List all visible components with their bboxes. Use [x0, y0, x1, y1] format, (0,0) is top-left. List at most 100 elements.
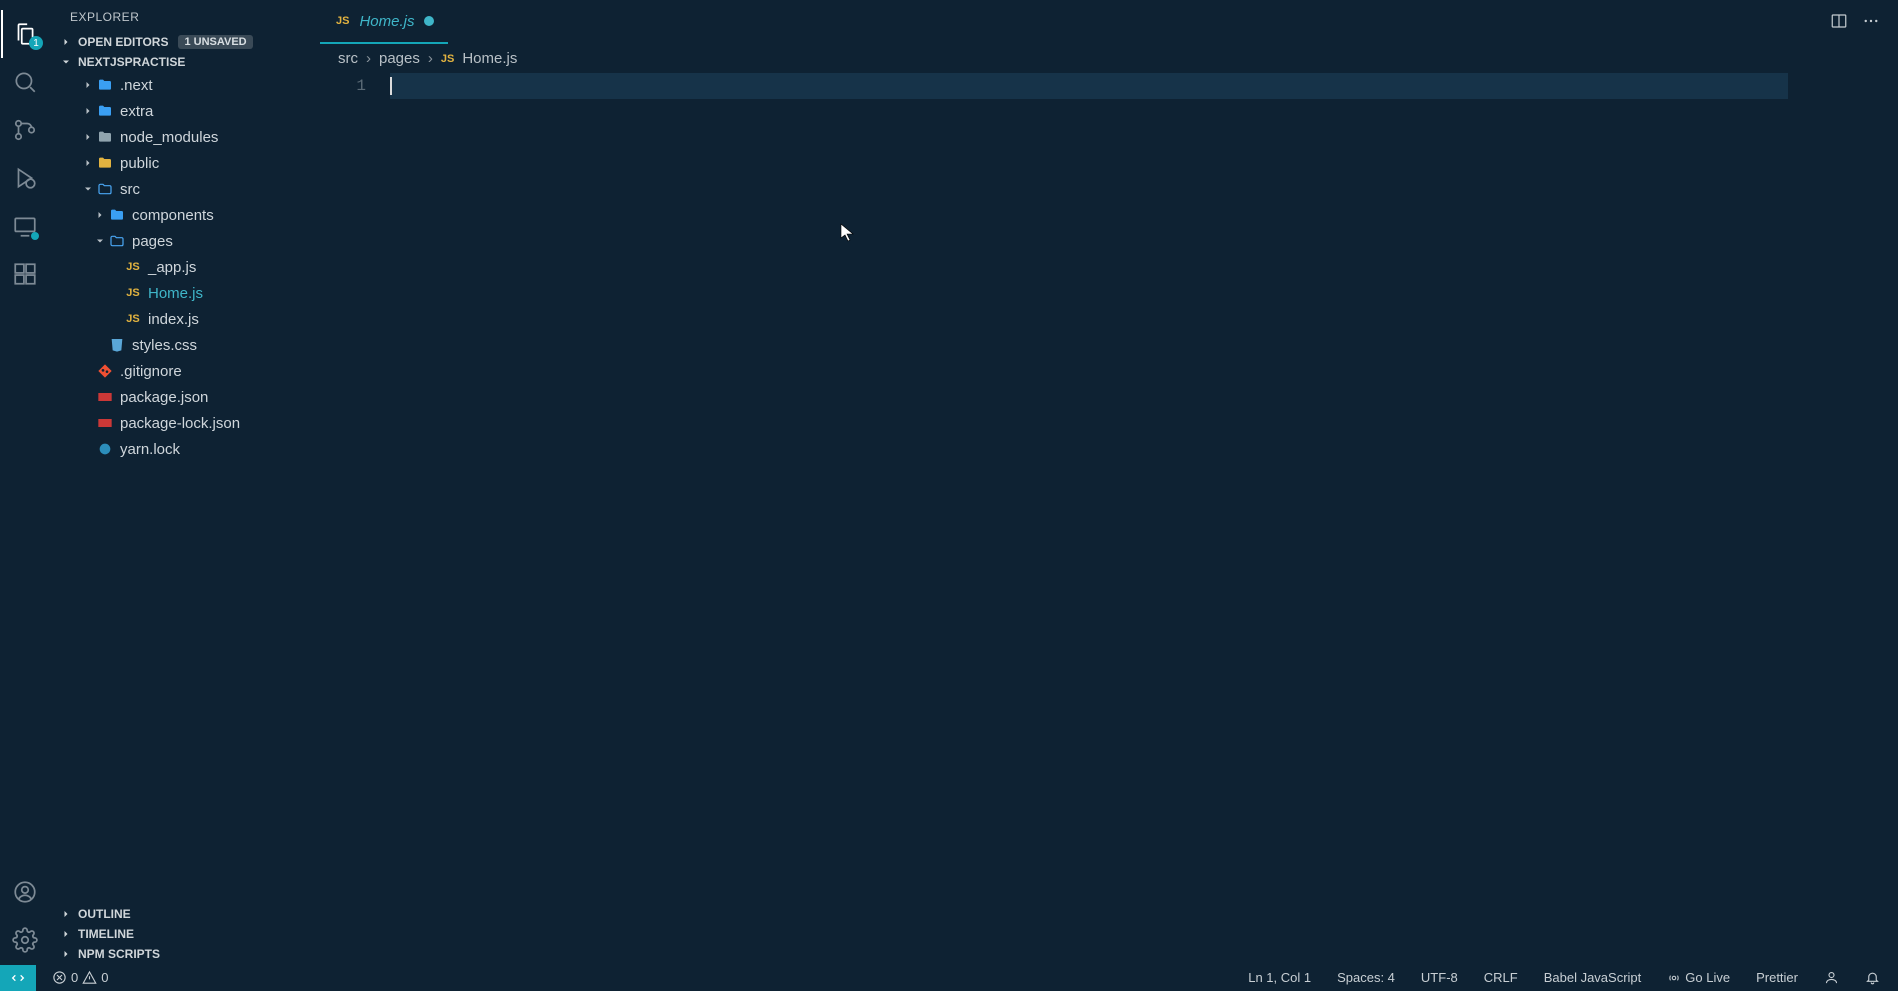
breadcrumbs[interactable]: src › pages › JS Home.js: [320, 44, 1898, 73]
activity-explorer-icon[interactable]: 1: [1, 10, 49, 58]
folder-next[interactable]: .next: [50, 72, 320, 98]
status-go-live[interactable]: Go Live: [1663, 970, 1734, 985]
js-icon: JS: [124, 313, 142, 325]
file-label: .gitignore: [120, 363, 182, 380]
unsaved-badge: 1 UNSAVED: [178, 35, 252, 49]
status-encoding[interactable]: UTF-8: [1417, 970, 1462, 985]
status-bell-icon[interactable]: [1861, 970, 1884, 985]
minimap[interactable]: [1788, 73, 1898, 964]
mouse-pointer-icon: [840, 223, 854, 248]
project-name: NEXTJSPRACTISE: [78, 55, 185, 69]
file-label: yarn.lock: [120, 441, 180, 458]
file-label: package.json: [120, 389, 208, 406]
folder-label: node_modules: [120, 129, 218, 146]
file-label: _app.js: [148, 259, 196, 276]
activity-source-control-icon[interactable]: [1, 106, 49, 154]
remote-window-button[interactable]: [0, 965, 36, 991]
file-gitignore[interactable]: .gitignore: [50, 358, 320, 384]
sidebar: EXPLORER OPEN EDITORS 1 UNSAVED NEXTJSPR…: [50, 0, 320, 964]
tab-home-js[interactable]: JS Home.js: [320, 0, 448, 44]
editor-body[interactable]: 1: [320, 73, 1898, 964]
outline-label: OUTLINE: [78, 907, 131, 921]
folder-label: extra: [120, 103, 153, 120]
code-area[interactable]: [390, 73, 1788, 964]
status-feedback-icon[interactable]: [1820, 970, 1843, 985]
breadcrumb-src[interactable]: src: [338, 50, 358, 67]
explorer-badge: 1: [29, 36, 43, 50]
file-label: package-lock.json: [120, 415, 240, 432]
js-icon: JS: [124, 261, 142, 273]
breadcrumb-file[interactable]: Home.js: [462, 50, 517, 67]
folder-label: public: [120, 155, 159, 172]
status-problems[interactable]: 0 0: [48, 970, 112, 985]
js-icon: JS: [124, 287, 142, 299]
folder-label: pages: [132, 233, 173, 250]
folder-src[interactable]: src: [50, 176, 320, 202]
open-editors-label: OPEN EDITORS: [78, 35, 168, 49]
activity-run-debug-icon[interactable]: [1, 154, 49, 202]
folder-label: src: [120, 181, 140, 198]
chevron-right-icon: ›: [366, 50, 371, 67]
activity-account-icon[interactable]: [1, 868, 49, 916]
text-cursor: [390, 77, 392, 95]
js-icon: JS: [441, 53, 454, 65]
npm-scripts-label: NPM SCRIPTS: [78, 947, 160, 961]
status-spaces[interactable]: Spaces: 4: [1333, 970, 1399, 985]
activity-bar: 1: [0, 0, 50, 964]
folder-node-modules[interactable]: node_modules: [50, 124, 320, 150]
tab-actions: [1830, 12, 1898, 33]
code-line-1[interactable]: [390, 73, 1788, 99]
npm-scripts-header[interactable]: NPM SCRIPTS: [50, 944, 320, 964]
folder-extra[interactable]: extra: [50, 98, 320, 124]
css-icon: [108, 337, 126, 353]
file-label: styles.css: [132, 337, 197, 354]
tab-bar: JS Home.js: [320, 0, 1898, 44]
file-tree: .next extra node_modules public src: [50, 72, 320, 462]
folder-label: components: [132, 207, 214, 224]
file-label: index.js: [148, 311, 199, 328]
git-icon: [96, 363, 114, 379]
line-gutter: 1: [320, 73, 390, 964]
chevron-right-icon: ›: [428, 50, 433, 67]
file-app-js[interactable]: JS _app.js: [50, 254, 320, 280]
file-package-lock-json[interactable]: package-lock.json: [50, 410, 320, 436]
line-number: 1: [320, 73, 366, 99]
yarn-icon: [96, 441, 114, 457]
activity-extensions-icon[interactable]: [1, 250, 49, 298]
file-index-js[interactable]: JS index.js: [50, 306, 320, 332]
status-eol[interactable]: CRLF: [1480, 970, 1522, 985]
status-bar: 0 0 Ln 1, Col 1 Spaces: 4 UTF-8 CRLF Bab…: [0, 964, 1898, 990]
folder-components[interactable]: components: [50, 202, 320, 228]
breadcrumb-pages[interactable]: pages: [379, 50, 420, 67]
tab-label: Home.js: [359, 13, 414, 30]
file-label: Home.js: [148, 285, 203, 302]
open-editors-header[interactable]: OPEN EDITORS 1 UNSAVED: [50, 32, 320, 52]
timeline-header[interactable]: TIMELINE: [50, 924, 320, 944]
activity-search-icon[interactable]: [1, 58, 49, 106]
js-icon: JS: [336, 15, 349, 27]
folder-pages[interactable]: pages: [50, 228, 320, 254]
activity-remote-icon[interactable]: [1, 202, 49, 250]
sidebar-title: EXPLORER: [50, 0, 320, 32]
remote-badge-dot: [31, 232, 39, 240]
status-prettier[interactable]: Prettier: [1752, 970, 1802, 985]
status-language[interactable]: Babel JavaScript: [1540, 970, 1646, 985]
split-editor-icon[interactable]: [1830, 12, 1848, 33]
file-home-js[interactable]: JS Home.js: [50, 280, 320, 306]
more-actions-icon[interactable]: [1862, 12, 1880, 33]
editor-area: JS Home.js src › pages › JS Home.js: [320, 0, 1898, 964]
project-header[interactable]: NEXTJSPRACTISE: [50, 52, 320, 72]
dirty-indicator-icon: [424, 16, 434, 26]
error-count: 0: [71, 970, 78, 985]
warning-count: 0: [101, 970, 108, 985]
outline-header[interactable]: OUTLINE: [50, 904, 320, 924]
file-yarn-lock[interactable]: yarn.lock: [50, 436, 320, 462]
activity-settings-icon[interactable]: [1, 916, 49, 964]
file-styles-css[interactable]: styles.css: [50, 332, 320, 358]
status-line-col[interactable]: Ln 1, Col 1: [1244, 970, 1315, 985]
file-package-json[interactable]: package.json: [50, 384, 320, 410]
npm-icon: [96, 391, 114, 403]
timeline-label: TIMELINE: [78, 927, 134, 941]
npm-icon: [96, 417, 114, 429]
folder-public[interactable]: public: [50, 150, 320, 176]
